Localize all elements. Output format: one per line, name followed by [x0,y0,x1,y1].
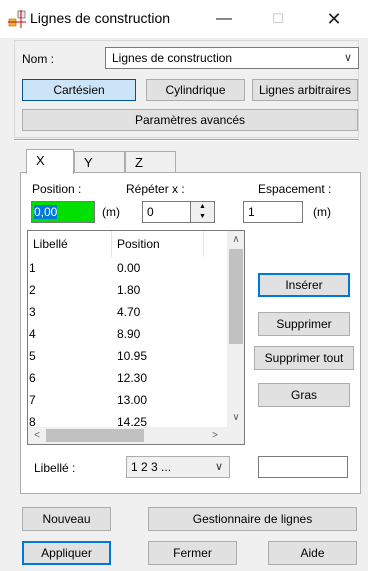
name-label: Nom : [22,52,55,66]
advanced-settings-button[interactable]: Paramètres avancés [22,109,358,131]
window-title: Lignes de construction [30,10,171,26]
repeat-input[interactable]: 0 [142,201,191,223]
help-button[interactable]: Aide [268,541,357,565]
label-style-value: 1 2 3 ... [131,460,172,474]
spin-up-icon[interactable]: ▲ [191,202,214,212]
row-label: 5 [29,349,36,363]
name-combobox[interactable]: Lignes de construction ∨ [105,47,359,69]
repeat-value: 0 [147,205,154,219]
scroll-down-icon[interactable]: ∨ [227,409,244,427]
column-header-label[interactable]: Libellé [28,231,112,257]
horizontal-scroll-thumb[interactable] [46,429,144,442]
close-window-button[interactable]: ✕ [312,6,356,32]
repeat-spinner[interactable]: ▲ ▼ [191,201,215,223]
row-label: 2 [29,283,36,297]
list-item[interactable]: 6 12.30 [28,367,228,389]
row-position: 0.00 [117,261,141,275]
delete-button[interactable]: Supprimer [258,312,350,336]
horizontal-scrollbar[interactable]: < > [28,427,244,444]
row-label: 6 [29,371,36,385]
position-value: 0,00 [34,205,58,219]
row-position: 8.90 [117,327,141,341]
row-label: 3 [29,305,36,319]
insert-button[interactable]: Insérer [258,273,350,297]
cartesian-button[interactable]: Cartésien [22,79,136,101]
spacing-unit: (m) [313,205,331,219]
scroll-left-icon[interactable]: < [28,427,46,444]
list-item[interactable]: 7 13.00 [28,389,228,411]
position-label: Position : [32,182,82,196]
construction-lines-icon [8,10,26,28]
row-position: 13.00 [117,393,148,407]
list-item[interactable]: 5 10.95 [28,345,228,367]
row-position: 4.70 [117,305,141,319]
list-item[interactable]: 3 4.70 [28,301,228,323]
list-item[interactable]: 1 0.00 [28,257,228,279]
delete-all-button[interactable]: Supprimer tout [254,346,354,370]
apply-button[interactable]: Appliquer [22,541,111,565]
chevron-down-icon: ∨ [214,461,223,473]
row-position: 12.30 [117,371,148,385]
lines-list[interactable]: Libellé Position 1 0.00 2 1.80 3 4.70 4 8.90 5 10… [27,230,245,445]
bold-button[interactable]: Gras [258,383,350,407]
separator [14,139,359,141]
row-label: 7 [29,393,36,407]
vertical-scrollbar[interactable]: ∧ ∨ [227,231,244,427]
spacing-label: Espacement : [258,182,332,196]
row-position: 1.80 [117,283,141,297]
column-header-position[interactable]: Position [112,231,204,257]
cylindrical-button[interactable]: Cylindrique [146,79,245,101]
list-item[interactable]: 2 1.80 [28,279,228,301]
chevron-down-icon: ∨ [343,52,352,64]
name-value: Lignes de construction [112,51,233,65]
label-selector-label: Libellé : [34,461,76,475]
minimize-button[interactable]: — [202,6,246,32]
repeat-label: Répéter x : [126,182,185,196]
label-style-combobox[interactable]: 1 2 3 ... ∨ [126,456,230,478]
position-input[interactable]: 0,00 [31,201,95,223]
row-position: 10.95 [117,349,148,363]
scroll-up-icon[interactable]: ∧ [227,231,244,249]
line-manager-button[interactable]: Gestionnaire de lignes [148,507,357,531]
new-button[interactable]: Nouveau [22,507,111,531]
vertical-scroll-thumb[interactable] [229,249,243,344]
list-item[interactable]: 4 8.90 [28,323,228,345]
close-button[interactable]: Fermer [148,541,237,565]
spin-down-icon[interactable]: ▼ [191,212,214,222]
spacing-value: 1 [248,205,255,219]
row-label: 1 [29,261,36,275]
list-header: Libellé Position [28,231,228,257]
row-label: 4 [29,327,36,341]
tab-x[interactable]: X [26,149,74,174]
position-unit: (m) [102,205,120,219]
label-text-input[interactable] [258,456,348,478]
maximize-button[interactable]: ☐ [256,6,300,32]
scroll-right-icon[interactable]: > [206,427,224,444]
arbitrary-lines-button[interactable]: Lignes arbitraires [252,79,358,101]
title-bar: Lignes de construction — ☐ ✕ [0,0,368,38]
tab-y[interactable]: Y [74,151,125,173]
spacing-input[interactable]: 1 [243,201,303,223]
tab-z[interactable]: Z [125,151,176,173]
